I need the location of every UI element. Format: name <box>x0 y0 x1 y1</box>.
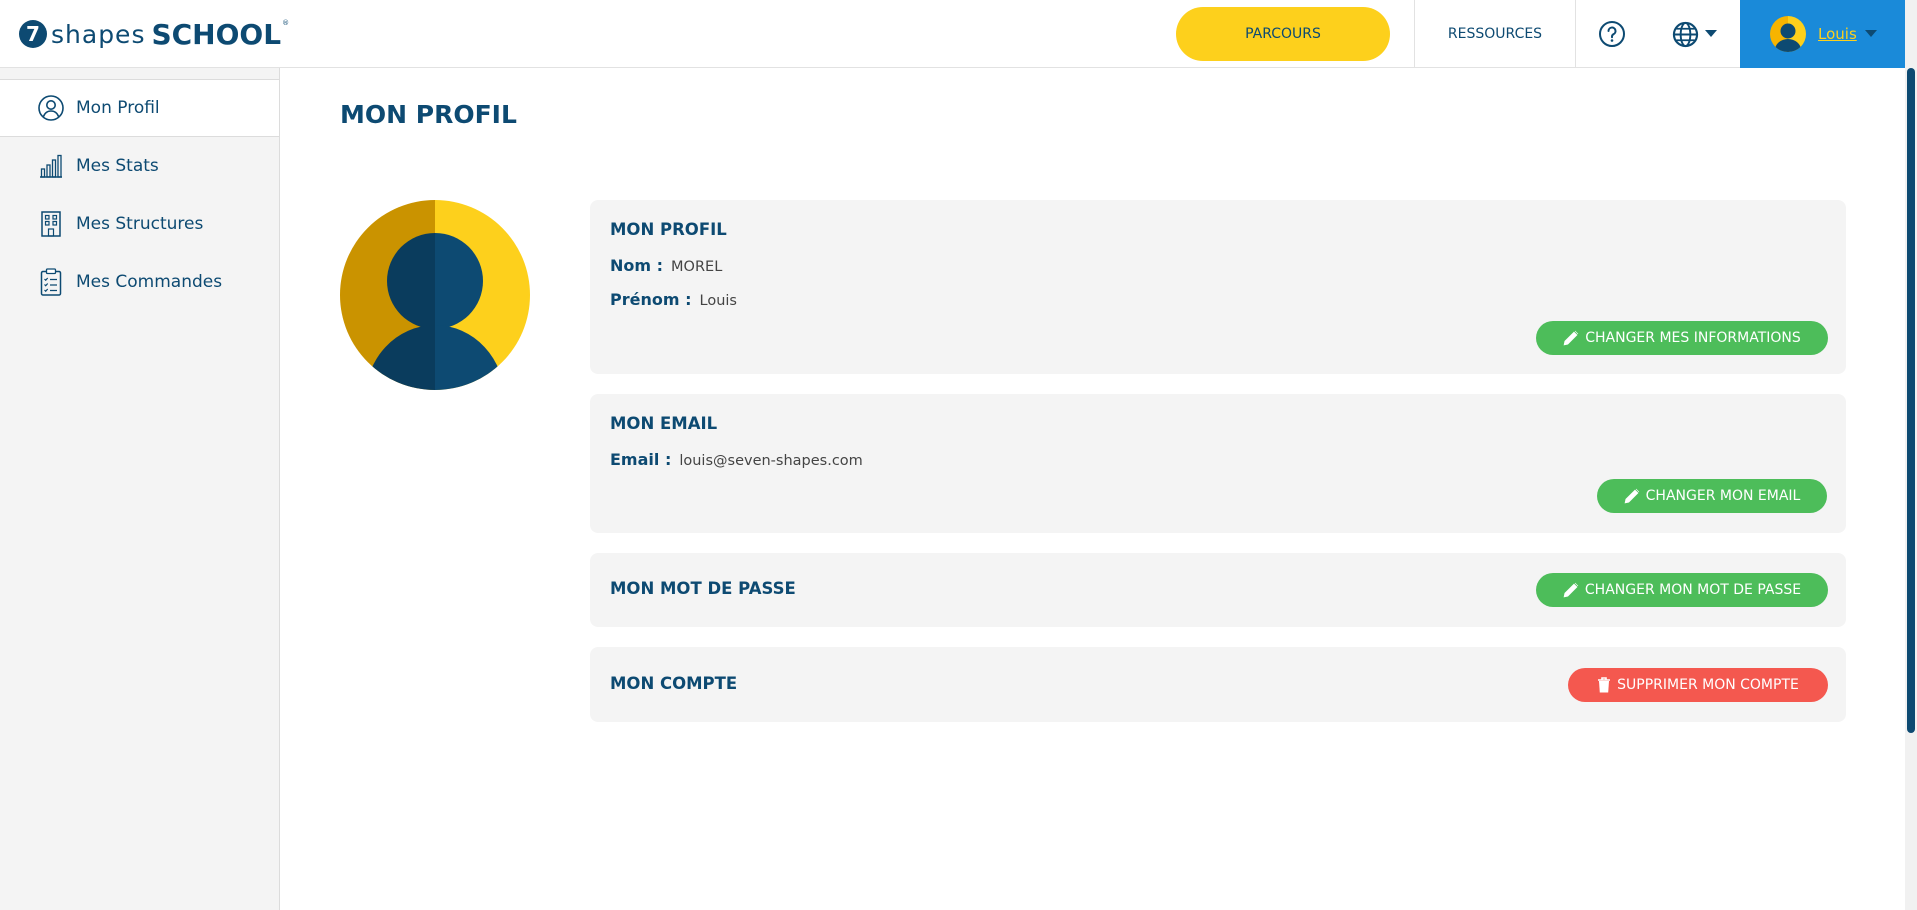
card-title: MON PROFIL <box>610 220 727 239</box>
nom-field: Nom : MOREL <box>610 256 722 275</box>
page-scrollbar[interactable] <box>1905 0 1917 910</box>
pencil-icon <box>1624 488 1639 504</box>
card-title: MON EMAIL <box>610 414 718 433</box>
bar-chart-icon <box>38 151 64 181</box>
delete-account-button[interactable]: SUPPRIMER MON COMPTE <box>1568 668 1828 702</box>
logo-registered-mark: ® <box>282 19 290 27</box>
sidebar-item-label: Mon Profil <box>76 98 160 118</box>
parcours-button[interactable]: PARCOURS <box>1176 7 1390 61</box>
caret-down-icon <box>1864 30 1877 37</box>
button-label: CHANGER MON EMAIL <box>1645 488 1801 504</box>
globe-icon <box>1672 21 1698 47</box>
user-name-link[interactable]: Louis <box>1818 25 1857 43</box>
caret-down-icon <box>1704 30 1717 37</box>
page-title: MON PROFIL <box>340 100 517 129</box>
sidebar-item-mon-profil[interactable]: Mon Profil <box>0 79 279 137</box>
prenom-value: Louis <box>699 293 737 309</box>
change-password-button[interactable]: CHANGER MON MOT DE PASSE <box>1536 573 1828 607</box>
site-logo[interactable]: 7 shapes SCHOOL ® <box>19 17 289 51</box>
clipboard-list-icon <box>38 267 64 297</box>
building-icon <box>38 209 64 239</box>
button-label: SUPPRIMER MON COMPTE <box>1617 677 1799 693</box>
scrollbar-thumb[interactable] <box>1907 68 1915 733</box>
user-menu[interactable]: Louis <box>1740 0 1905 68</box>
card-title: MON MOT DE PASSE <box>610 579 796 598</box>
email-card: MON EMAIL Email : louis@seven-shapes.com … <box>590 394 1846 533</box>
email-label: Email : <box>610 450 672 469</box>
email-value: louis@seven-shapes.com <box>679 453 863 469</box>
sidebar-item-label: Mes Structures <box>76 214 204 234</box>
password-card: MON MOT DE PASSE CHANGER MON MOT DE PASS… <box>590 553 1846 627</box>
nom-value: MOREL <box>671 259 723 275</box>
account-card: MON COMPTE SUPPRIMER MON COMPTE <box>590 647 1846 722</box>
sidebar-item-mes-commandes[interactable]: Mes Commandes <box>0 253 279 311</box>
sidebar-item-mes-structures[interactable]: Mes Structures <box>0 195 279 253</box>
nom-label: Nom : <box>610 256 664 275</box>
sidebar-item-label: Mes Commandes <box>76 272 223 292</box>
top-header: 7 shapes SCHOOL ® PARCOURS RESSOURCES Lo… <box>0 0 1905 68</box>
user-avatar-icon <box>1770 16 1806 52</box>
profile-info-card: MON PROFIL Nom : MOREL Prénom : Louis CHAN… <box>590 200 1846 374</box>
button-label: CHANGER MES INFORMATIONS <box>1585 330 1801 346</box>
ressources-link[interactable]: RESSOURCES <box>1415 0 1575 68</box>
sidebar-item-label: Mes Stats <box>76 156 159 176</box>
email-field: Email : louis@seven-shapes.com <box>610 450 863 469</box>
logo-school-text: SCHOOL <box>151 17 282 51</box>
help-button[interactable] <box>1576 0 1648 68</box>
user-circle-icon <box>38 93 64 123</box>
card-title: MON COMPTE <box>610 674 738 693</box>
button-label: CHANGER MON MOT DE PASSE <box>1584 582 1802 598</box>
logo-shapes-text: shapes <box>51 19 146 49</box>
prenom-label: Prénom : <box>610 290 692 309</box>
profile-avatar-icon <box>340 200 530 390</box>
sidebar: Mon Profil Mes Stats Mes Structures Mes … <box>0 68 280 910</box>
prenom-field: Prénom : Louis <box>610 290 737 309</box>
trash-icon <box>1598 677 1611 693</box>
help-icon <box>1599 21 1625 47</box>
sidebar-item-mes-stats[interactable]: Mes Stats <box>0 137 279 195</box>
change-email-button[interactable]: CHANGER MON EMAIL <box>1597 479 1827 513</box>
pencil-icon <box>1563 582 1579 598</box>
change-info-button[interactable]: CHANGER MES INFORMATIONS <box>1536 321 1828 355</box>
logo-badge: 7 <box>19 20 47 48</box>
language-selector[interactable] <box>1649 0 1739 68</box>
pencil-icon <box>1563 330 1579 346</box>
